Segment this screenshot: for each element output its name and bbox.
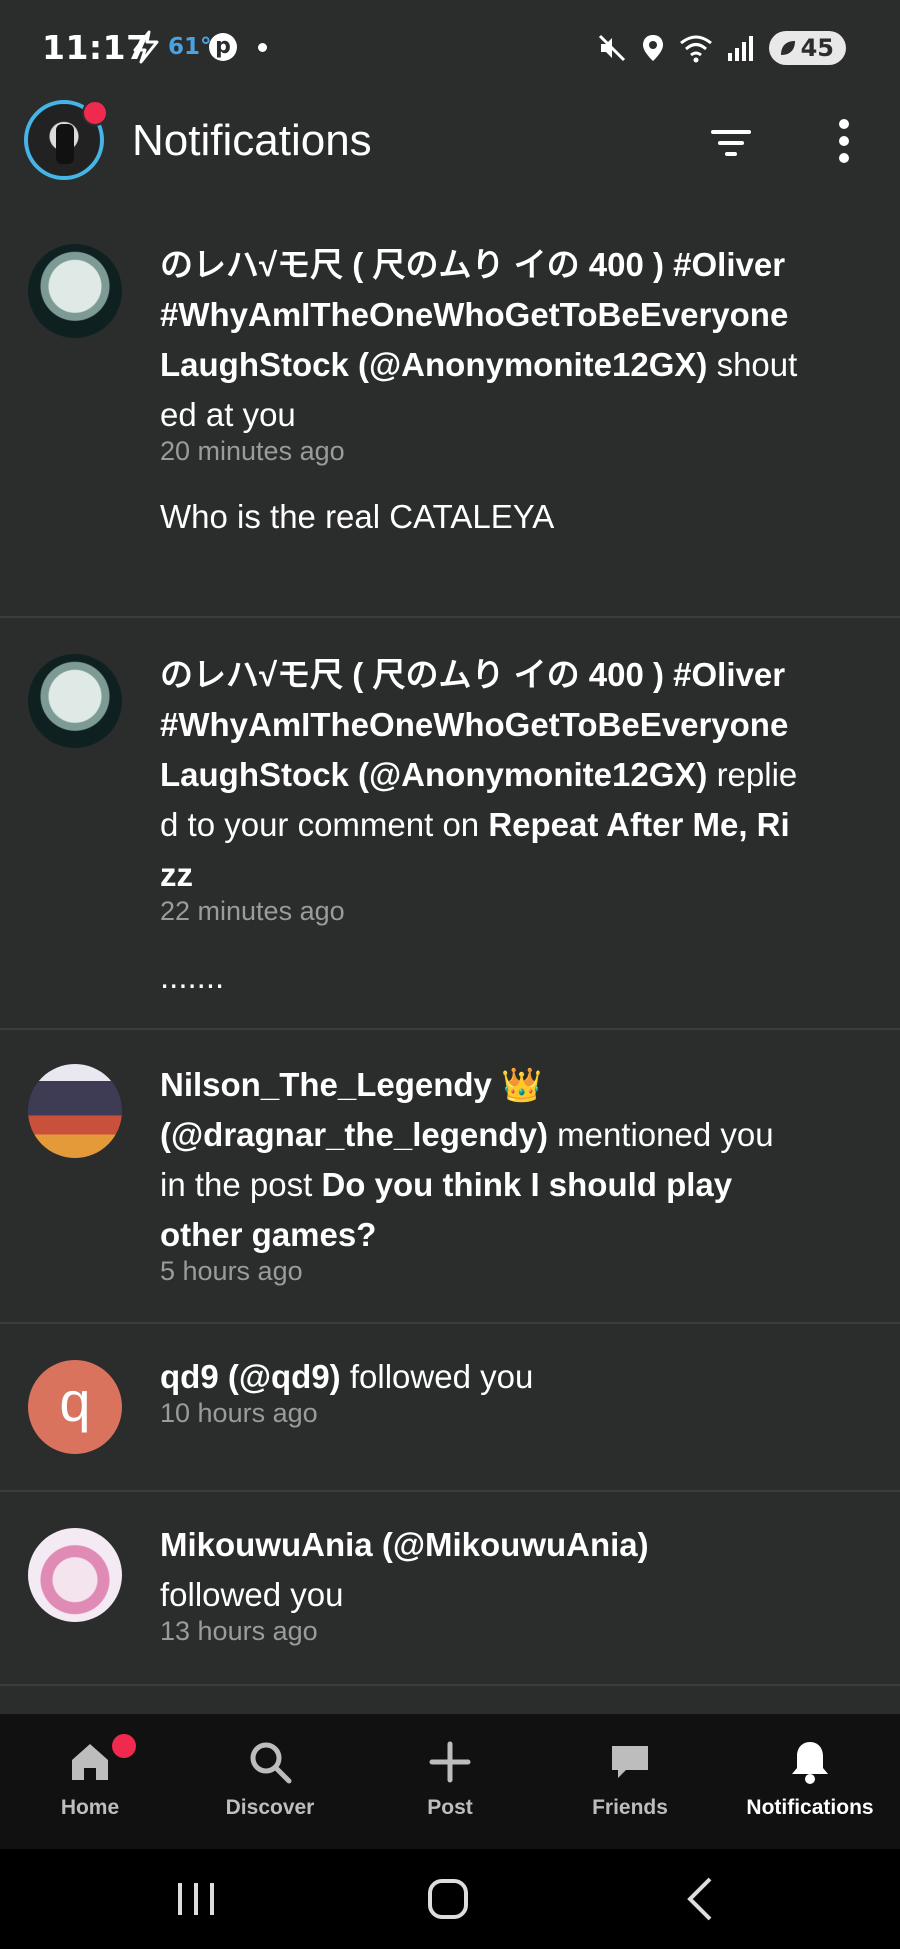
- bottom-nav: Home Discover Post Friends Notifications: [0, 1714, 900, 1849]
- notification-time: 5 hours ago: [160, 1256, 303, 1286]
- profile-badge: [82, 100, 108, 126]
- status-icons: 45: [597, 30, 846, 66]
- search-icon: [250, 1742, 292, 1784]
- user-avatar[interactable]: [28, 654, 122, 748]
- notification-action: followed you: [160, 1576, 344, 1613]
- notification-actor[interactable]: のレハ√モ尺 ( 尺のムり イの 400 ) #Oliver #WhyAmITh…: [160, 246, 788, 383]
- app-header: Notifications: [0, 96, 900, 192]
- notification-actor[interactable]: MikouwuAnia (@MikouwuAnia): [160, 1526, 649, 1563]
- location-icon: [642, 35, 663, 61]
- pinterest-icon: p: [209, 33, 237, 61]
- notification-text: のレハ√モ尺 ( 尺のムり イの 400 ) #Oliver #WhyAmITh…: [160, 650, 804, 900]
- chat-icon: [612, 1746, 648, 1778]
- more-vertical-icon[interactable]: [822, 114, 866, 168]
- system-nav-bar: [0, 1849, 900, 1949]
- notification-time: 20 minutes ago: [160, 436, 345, 466]
- nav-friends-label: Friends: [592, 1796, 668, 1819]
- user-avatar[interactable]: [28, 244, 122, 338]
- nav-discover-label: Discover: [225, 1796, 315, 1819]
- plus-icon: [429, 1741, 471, 1783]
- home-badge: [112, 1734, 136, 1758]
- notification-action: followed you: [349, 1358, 534, 1395]
- notification-text: qd9 (@qd9) followed you: [160, 1352, 804, 1402]
- notification-text: のレハ√モ尺 ( 尺のムり イの 400 ) #Oliver #WhyAmITh…: [160, 240, 804, 440]
- page-title: Notifications: [132, 116, 372, 165]
- notification-text: Nilson_The_Legendy 👑 (@dragnar_the_legen…: [160, 1060, 804, 1260]
- notification-item[interactable]: のレハ√モ尺 ( 尺のムり イの 400 ) #Oliver #WhyAmITh…: [0, 210, 900, 618]
- back-icon[interactable]: [660, 1871, 740, 1927]
- notification-item[interactable]: Nilson_The_Legendy 👑 (@dragnar_the_legen…: [0, 1030, 900, 1324]
- signal-icon: [727, 36, 753, 61]
- nav-notifications-label: Notifications: [746, 1796, 874, 1819]
- notification-item[interactable]: のレハ√モ尺 ( 尺のムり イの 400 ) #Oliver #WhyAmITh…: [0, 618, 900, 1030]
- notification-actor[interactable]: qd9 (@qd9): [160, 1358, 341, 1395]
- filter-icon[interactable]: [704, 116, 758, 170]
- wifi-icon: [679, 35, 712, 63]
- nav-home-label: Home: [60, 1796, 120, 1819]
- notification-time: 22 minutes ago: [160, 896, 345, 926]
- status-bar: 11:17 61° p 45: [0, 0, 900, 96]
- status-temperature: 61°: [168, 34, 212, 60]
- notification-dot-icon: [258, 43, 267, 52]
- home-icon: [72, 1744, 108, 1780]
- notification-preview: Who is the real CATALEYA: [160, 498, 555, 535]
- nav-discover[interactable]: Discover: [180, 1714, 360, 1849]
- notification-item[interactable]: q qd9 (@qd9) followed you 10 hours ago: [0, 1324, 900, 1492]
- user-avatar[interactable]: q: [28, 1360, 122, 1454]
- nav-friends[interactable]: Friends: [540, 1714, 720, 1849]
- user-avatar[interactable]: [28, 1528, 122, 1622]
- notification-actor[interactable]: のレハ√モ尺 ( 尺のムり イの 400 ) #Oliver #WhyAmITh…: [160, 656, 788, 793]
- user-avatar[interactable]: [28, 1064, 122, 1158]
- nav-post-label: Post: [427, 1796, 473, 1819]
- nav-post[interactable]: Post: [360, 1714, 540, 1849]
- notifications-list: のレハ√モ尺 ( 尺のムり イの 400 ) #Oliver #WhyAmITh…: [0, 210, 900, 1686]
- notification-actor[interactable]: Nilson_The_Legendy 👑 (@dragnar_the_legen…: [160, 1066, 548, 1153]
- leaf-icon: [780, 41, 795, 55]
- bolt-icon: [133, 30, 159, 64]
- notification-text: MikouwuAnia (@MikouwuAnia) followed you: [160, 1520, 804, 1620]
- battery-level: 45: [800, 34, 834, 62]
- nav-home[interactable]: Home: [0, 1714, 180, 1849]
- bell-icon: [792, 1742, 828, 1784]
- nav-notifications[interactable]: Notifications: [720, 1714, 900, 1849]
- avatar-letter: q: [59, 1370, 91, 1433]
- notification-item[interactable]: MikouwuAnia (@MikouwuAnia) followed you …: [0, 1492, 900, 1686]
- notification-preview: .......: [160, 958, 225, 995]
- notification-time: 13 hours ago: [160, 1616, 318, 1646]
- mute-icon: [598, 34, 625, 62]
- home-circle-icon[interactable]: [408, 1871, 488, 1927]
- battery-icon: 45: [768, 31, 846, 65]
- recent-apps-icon[interactable]: [156, 1871, 236, 1927]
